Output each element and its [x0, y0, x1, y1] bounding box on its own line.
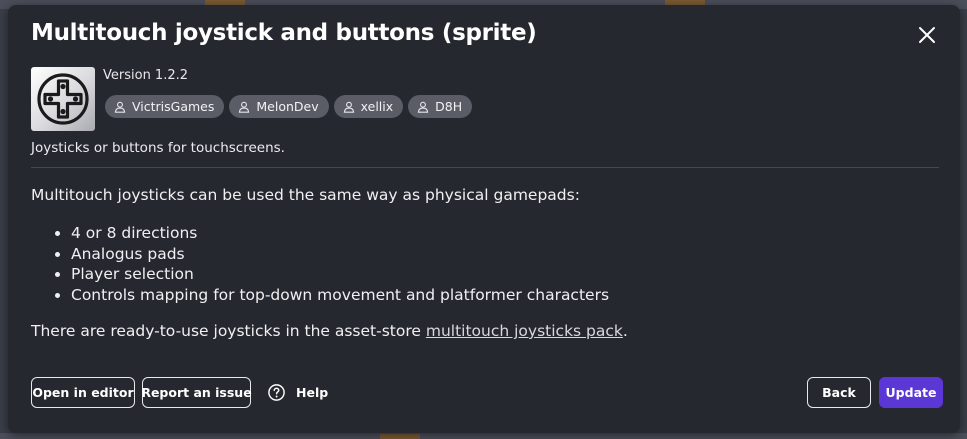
extension-details-dialog: Multitouch joystick and buttons (sprite)…	[8, 5, 960, 433]
author-list: VictrisGames MelonDev xellix D8H	[105, 95, 473, 118]
question-circle-icon	[268, 383, 285, 401]
open-in-editor-button[interactable]: Open in editor	[31, 377, 135, 408]
extension-thumbnail	[31, 67, 95, 131]
author-chip[interactable]: xellix	[333, 95, 404, 118]
feature-list: 4 or 8 directions Analogus pads Player s…	[31, 223, 931, 305]
help-button[interactable]: Help	[267, 380, 328, 404]
list-item: Controls mapping for top-down movement a…	[55, 285, 931, 306]
author-name: xellix	[360, 99, 394, 114]
gamepad-dpad-icon	[37, 73, 89, 125]
user-icon	[343, 101, 354, 113]
help-label: Help	[296, 384, 329, 400]
back-button[interactable]: Back	[807, 377, 871, 408]
close-button[interactable]	[916, 24, 938, 46]
description-footer: There are ready-to-use joysticks in the …	[31, 321, 931, 341]
extension-version: Version 1.2.2	[103, 68, 189, 83]
update-button[interactable]: Update	[879, 377, 943, 408]
backdrop-strip-bottom	[0, 433, 967, 439]
author-chip[interactable]: D8H	[408, 95, 473, 118]
extension-description: Multitouch joysticks can be used the sam…	[31, 185, 931, 341]
list-item: Analogus pads	[55, 244, 931, 265]
author-chip[interactable]: VictrisGames	[105, 95, 225, 118]
user-icon	[417, 101, 429, 113]
asset-store-link[interactable]: multitouch joysticks pack	[426, 322, 623, 340]
author-name: VictrisGames	[132, 99, 215, 114]
author-chip[interactable]: MelonDev	[229, 95, 329, 118]
author-name: D8H	[435, 99, 463, 114]
description-intro: Multitouch joysticks can be used the sam…	[31, 186, 580, 204]
user-icon	[114, 101, 126, 113]
section-divider	[31, 167, 939, 168]
list-item: 4 or 8 directions	[55, 223, 931, 244]
footer-suffix: .	[622, 322, 628, 340]
report-issue-button[interactable]: Report an issue	[141, 377, 252, 408]
close-icon	[919, 27, 935, 43]
short-description: Joysticks or buttons for touchscreens.	[31, 140, 285, 156]
author-name: MelonDev	[256, 99, 319, 114]
user-icon	[239, 101, 250, 113]
list-item: Player selection	[55, 264, 931, 285]
backdrop-decoration	[380, 434, 420, 439]
dialog-title: Multitouch joystick and buttons (sprite)	[31, 20, 537, 46]
footer-prefix: There are ready-to-use joysticks in the …	[31, 322, 426, 340]
